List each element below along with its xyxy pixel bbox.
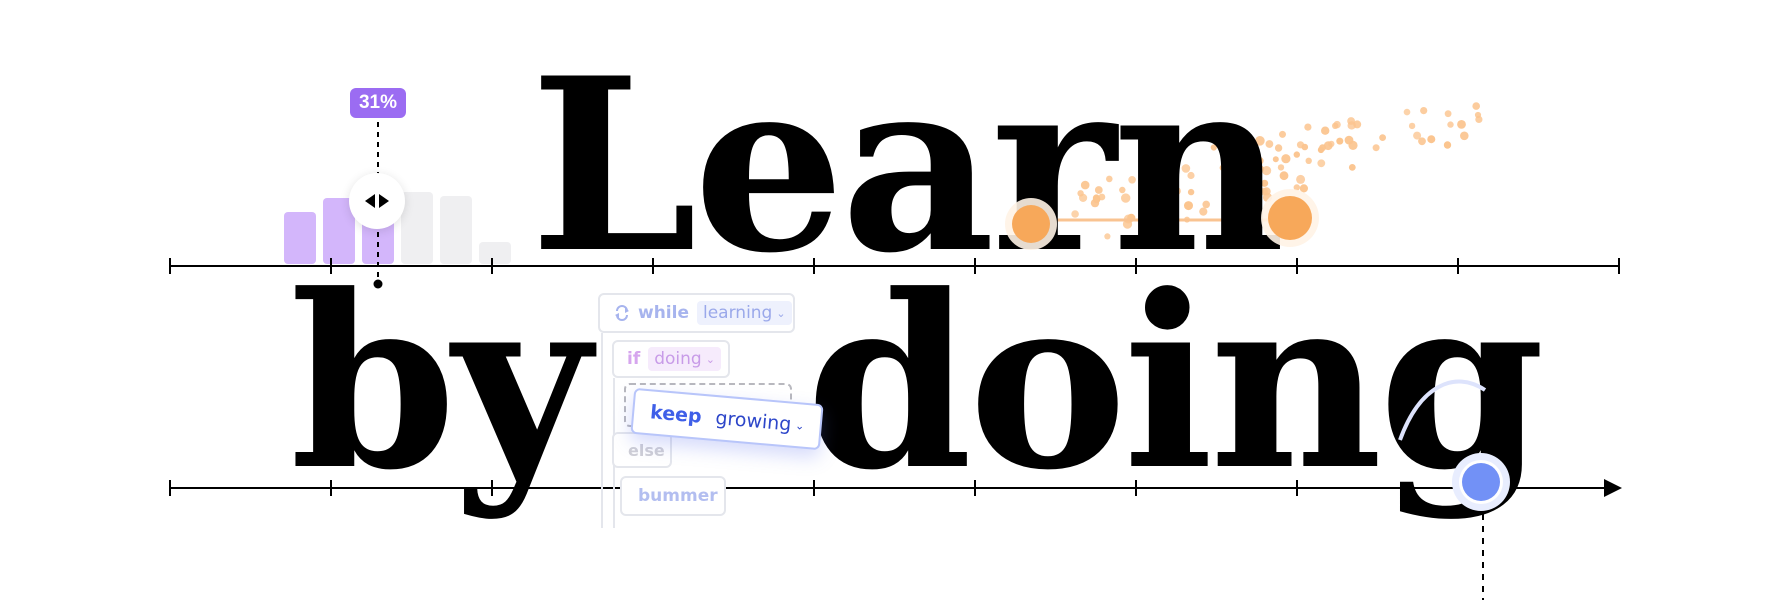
percent-badge: 31% — [350, 88, 406, 118]
left-right-arrows-icon — [365, 194, 389, 208]
code-block-bummer[interactable]: bummer — [620, 476, 726, 516]
else-keyword: else — [628, 440, 665, 460]
if-condition-value: doing — [654, 349, 702, 369]
while-condition-dropdown[interactable]: learning ⌄ — [697, 301, 792, 325]
slider-guide-dot — [373, 279, 383, 289]
while-keyword: while — [638, 303, 689, 323]
if-condition-dropdown[interactable]: doing ⌄ — [648, 347, 721, 371]
orange-point-right — [1268, 196, 1312, 240]
while-condition-value: learning — [703, 303, 773, 323]
code-block-else[interactable]: else — [612, 432, 672, 468]
code-block-if[interactable]: if doing ⌄ — [612, 340, 730, 378]
keep-keyword: keep — [649, 401, 703, 428]
slider-handle[interactable] — [349, 173, 405, 229]
chevron-down-icon: ⌄ — [705, 352, 715, 366]
if-keyword: if — [627, 349, 641, 369]
blue-motion-arc — [1398, 379, 1487, 441]
code-block-while[interactable]: while learning ⌄ — [598, 293, 795, 333]
bummer-keyword: bummer — [638, 486, 718, 506]
chevron-down-icon: ⌄ — [776, 306, 786, 320]
keep-value-dropdown[interactable]: growing ⌄ — [708, 404, 812, 440]
foreground-graphics — [169, 122, 1622, 600]
axis-arrowhead — [1604, 479, 1622, 497]
chevron-down-icon: ⌄ — [794, 418, 805, 433]
blue-point — [1462, 463, 1500, 501]
keep-value: growing — [714, 407, 793, 436]
orange-point-left — [1012, 205, 1050, 243]
hero-illustration: Learn by doing 31% while learning ⌄ if d… — [0, 0, 1788, 600]
loop-icon — [615, 305, 629, 321]
